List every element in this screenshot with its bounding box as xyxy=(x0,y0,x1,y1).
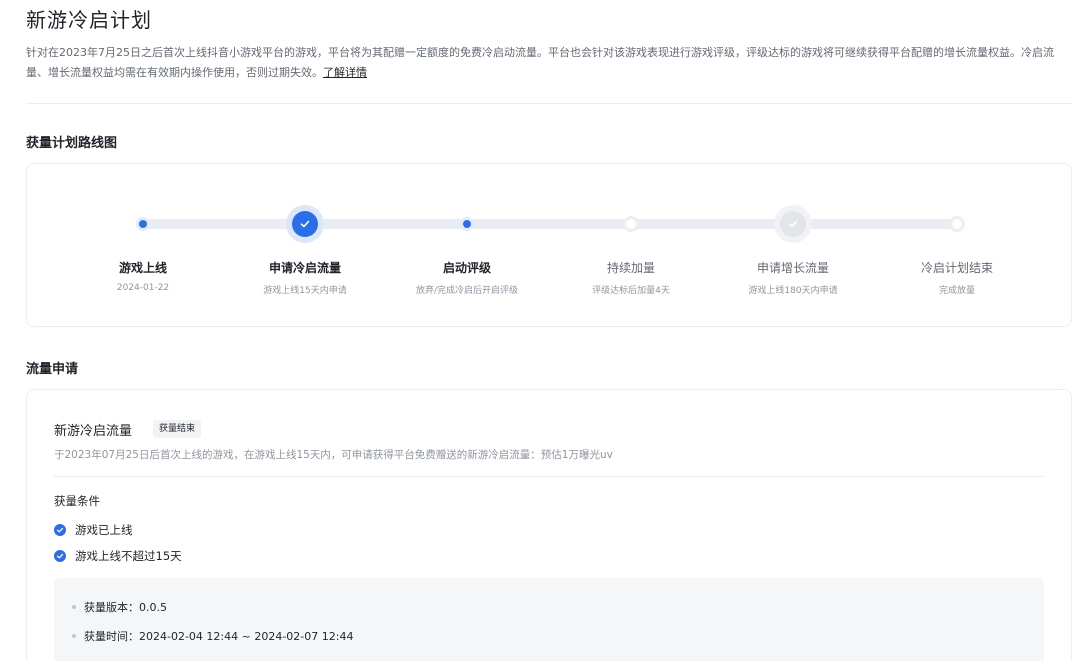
step-sub: 游戏上线180天内申请 xyxy=(748,286,838,296)
traffic-divider xyxy=(54,476,1044,477)
info-label: 获量时间： xyxy=(84,630,139,643)
info-value: 2024-02-04 12:44 ~ 2024-02-07 12:44 xyxy=(139,629,354,643)
intro-body: 针对在2023年7月25日之后首次上线抖音小游戏平台的游戏，平台将为其配赠一定额… xyxy=(26,46,1054,79)
info-label: 获量版本： xyxy=(84,601,139,614)
traffic-section-title: 流量申请 xyxy=(26,362,79,377)
condition-item: 游戏已上线 xyxy=(54,522,133,538)
step-sub: 2024-01-22 xyxy=(116,283,170,293)
learn-more-link[interactable]: 了解详情 xyxy=(323,66,367,79)
step-label: 冷启计划结束 xyxy=(920,261,993,275)
step-keep-adding: 持续加量 评级达标后加量4天 xyxy=(551,164,711,324)
step-plan-end: 冷启计划结束 完成放量 xyxy=(877,164,1037,324)
step-dot-icon xyxy=(136,217,150,231)
info-row-version: 获量版本： 0.0.5 xyxy=(72,599,167,615)
step-dot-icon xyxy=(949,216,965,232)
info-box: 获量版本： 0.0.5 获量时间： 2024-02-04 12:44 ~ 202… xyxy=(54,578,1044,661)
check-circle-icon xyxy=(54,524,66,536)
step-start-rating: 启动评级 放弃/完成冷启后开启评级 xyxy=(387,164,547,324)
step-check-icon xyxy=(286,205,324,243)
top-divider xyxy=(26,103,1072,104)
step-sub: 评级达标后加量4天 xyxy=(592,286,670,296)
page-title: 新游冷启计划 xyxy=(26,8,152,32)
step-check-icon xyxy=(774,205,812,243)
roadmap-title: 获量计划路线图 xyxy=(26,136,118,151)
step-label: 申请增长流量 xyxy=(756,261,829,275)
condition-item: 游戏上线不超过15天 xyxy=(54,548,182,564)
roadmap-card: 游戏上线 2024-01-22 申请冷启流量 游戏上线15天内申请 启动评级 放… xyxy=(26,163,1072,327)
step-label: 启动评级 xyxy=(442,261,491,275)
info-row-time: 获量时间： 2024-02-04 12:44 ~ 2024-02-07 12:4… xyxy=(72,628,353,644)
traffic-card: 新游冷启流量 获量结束 于2023年07月25日后首次上线的游戏，在游戏上线15… xyxy=(26,389,1072,661)
bullet-icon xyxy=(72,605,76,609)
bullet-icon xyxy=(72,634,76,638)
step-game-online: 游戏上线 2024-01-22 xyxy=(63,164,223,324)
step-dot-icon xyxy=(460,217,474,231)
conditions-title: 获量条件 xyxy=(54,494,100,508)
status-badge: 获量结束 xyxy=(153,420,202,438)
intro-text: 针对在2023年7月25日之后首次上线抖音小游戏平台的游戏，平台将为其配赠一定额… xyxy=(26,43,1072,83)
step-apply-cold-start: 申请冷启流量 游戏上线15天内申请 xyxy=(225,164,385,324)
check-circle-icon xyxy=(54,550,66,562)
traffic-desc: 于2023年07月25日后首次上线的游戏，在游戏上线15天内，可申请获得平台免费… xyxy=(54,449,613,461)
step-sub: 放弃/完成冷启后开启评级 xyxy=(415,286,519,296)
step-sub: 游戏上线15天内申请 xyxy=(263,286,347,296)
condition-label: 游戏上线不超过15天 xyxy=(75,549,182,563)
step-label: 申请冷启流量 xyxy=(268,261,341,275)
step-label: 持续加量 xyxy=(606,261,655,275)
step-sub: 完成放量 xyxy=(938,286,975,296)
info-value: 0.0.5 xyxy=(139,600,167,614)
condition-label: 游戏已上线 xyxy=(75,523,133,537)
step-apply-growth: 申请增长流量 游戏上线180天内申请 xyxy=(713,164,873,324)
step-dot-icon xyxy=(623,216,639,232)
step-label: 游戏上线 xyxy=(118,261,167,275)
traffic-name: 新游冷启流量 xyxy=(54,424,133,439)
